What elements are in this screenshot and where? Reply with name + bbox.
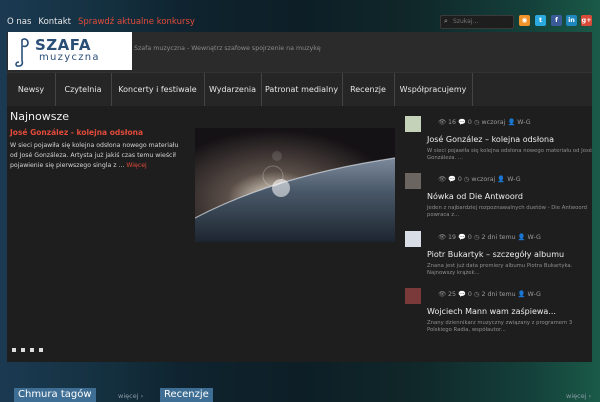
article-excerpt: W sieci pojawiła się kolejna odsłona now… [427,148,592,161]
menu-item-newsy[interactable]: Newsy [7,73,56,107]
article-meta: 👁 25 💬 0 ◷ 2 dni temu 👤 W-G [438,291,541,298]
user-icon: 👤 [517,234,526,241]
list-item[interactable]: 👁 💬 0 ◷ wczoraj 👤 W-G Nówka od Die Antwo… [405,173,590,223]
search-box[interactable]: ⌕ [440,15,514,29]
article-title[interactable]: Piotr Bukartyk – szczegóły albumu [427,250,564,259]
article-title[interactable]: José González – kolejna odsłona [427,135,554,144]
reviews-more-link[interactable]: więcej › [566,392,591,400]
facebook-icon[interactable]: f [551,15,562,26]
article-excerpt: Znana jest już data premiery albumu Piot… [427,263,573,276]
music-note-icon [15,38,29,67]
contests-link[interactable]: Sprawdź aktualne konkursy [78,17,195,27]
eye-icon: 👁 [438,119,446,126]
slider-dot[interactable] [21,348,25,352]
comment-icon: 💬 [458,291,466,298]
about-link[interactable]: O nas [7,17,31,27]
slider-dots [12,348,43,352]
slider-dot[interactable] [39,348,43,352]
site-logo[interactable]: SZAFA muzyczna [8,32,132,70]
site-tagline: Szafa muzyczna - Wewnątrz szafowe spojrz… [134,45,321,52]
clock-icon: ◷ [473,234,480,241]
eye-icon: 👁 [438,291,446,298]
list-item[interactable]: 👁 25 💬 0 ◷ 2 dni temu 👤 W-G Wojciech Man… [405,288,590,338]
search-icon: ⌕ [444,17,448,25]
article-excerpt: Jeden z najbardziej rozpoznawalnych duet… [427,205,588,218]
linkedin-icon[interactable]: in [566,15,577,26]
featured-image[interactable] [195,128,395,242]
comment-icon: 💬 [458,119,466,126]
eye-icon: 👁 [438,176,446,183]
article-meta: 👁 16 💬 0 ◷ wczoraj 👤 W-G [438,119,531,126]
menu-item-patronat[interactable]: Patronat medialny [261,73,343,107]
chevron-right-icon: › [588,392,592,400]
twitter-icon[interactable]: t [535,15,546,26]
clock-icon: ◷ [463,176,470,183]
search-input[interactable] [453,17,509,26]
earth-horizon-image [195,128,395,242]
user-icon: 👤 [497,176,506,183]
chevron-right-icon: › [140,392,144,400]
slider-dot[interactable] [12,348,16,352]
clock-icon: ◷ [473,291,480,298]
read-more-link[interactable]: Więcej [126,162,146,169]
article-thumbnail[interactable] [405,231,421,247]
featured-title[interactable]: José González - kolejna odsłona [10,128,143,137]
eye-icon: 👁 [438,234,446,241]
menu-item-wspolpracujemy[interactable]: Współpracujemy [394,73,473,107]
article-thumbnail[interactable] [405,173,421,189]
menu-item-recenzje[interactable]: Recenzje [342,73,395,107]
featured-text: W sieci pojawiła się kolejna odsłona now… [10,142,179,169]
section-title: Najnowsze [10,110,69,123]
tag-cloud-more-link[interactable]: więcej › [118,392,143,400]
slider-dot[interactable] [30,348,34,352]
comment-icon: 💬 [458,234,466,241]
menu-item-czytelnia[interactable]: Czytelnia [55,73,112,107]
comment-icon: 💬 [448,176,456,183]
top-nav: O nas Kontakt Sprawdź aktualne konkursy [7,17,195,27]
main-menu: Newsy Czytelnia Koncerty i festiwale Wyd… [7,72,592,107]
article-thumbnail[interactable] [405,116,421,132]
menu-item-wydarzenia[interactable]: Wydarzenia [204,73,262,107]
featured-excerpt: W sieci pojawiła się kolejna odsłona now… [10,141,188,171]
googleplus-icon[interactable]: g+ [581,15,592,26]
user-icon: 👤 [517,291,526,298]
clock-icon: ◷ [473,119,480,126]
article-excerpt: Znany dziennikarz muzyczny związany z pr… [427,320,573,333]
article-title[interactable]: Wojciech Mann wam zaśpiewa... [427,307,556,316]
contact-link[interactable]: Kontakt [38,17,71,27]
menu-item-koncerty[interactable]: Koncerty i festiwale [111,73,205,107]
list-item[interactable]: 👁 16 💬 0 ◷ wczoraj 👤 W-G José González –… [405,116,592,166]
article-title[interactable]: Nówka od Die Antwoord [427,192,523,201]
article-meta: 👁 💬 0 ◷ wczoraj 👤 W-G [438,176,521,183]
user-icon: 👤 [507,119,516,126]
rss-icon[interactable]: ◉ [519,15,530,26]
logo-text-muzyczna: muzyczna [39,52,100,63]
list-item[interactable]: 👁 19 💬 0 ◷ 2 dni temu 👤 W-G Piotr Bukart… [405,231,590,281]
article-meta: 👁 19 💬 0 ◷ 2 dni temu 👤 W-G [438,234,541,241]
article-thumbnail[interactable] [405,288,421,304]
